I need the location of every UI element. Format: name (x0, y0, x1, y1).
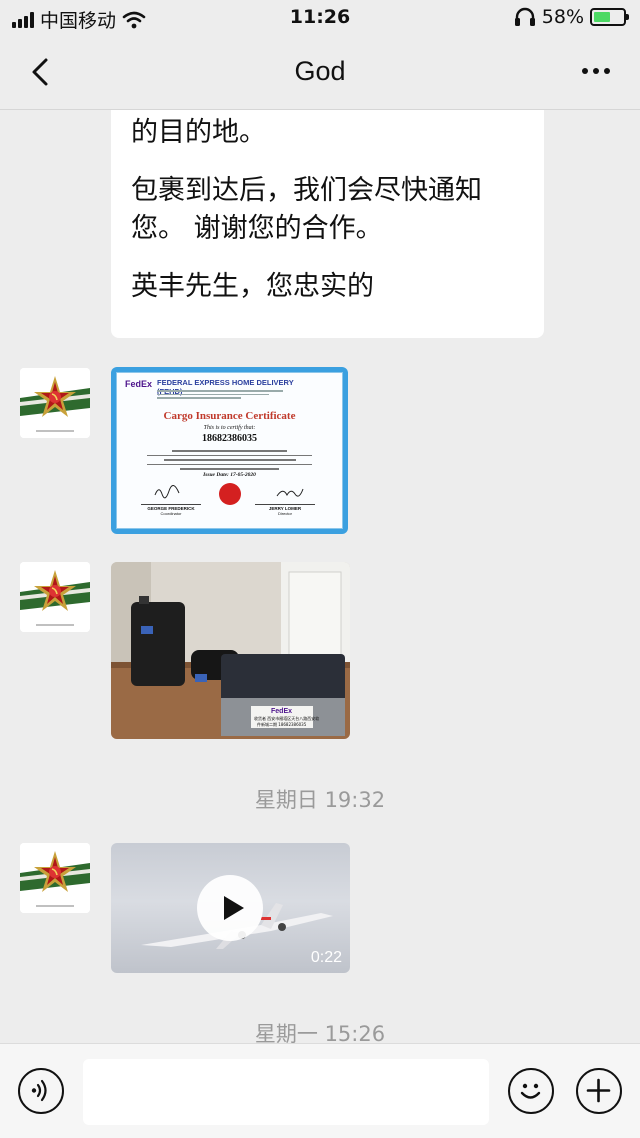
medal-avatar-icon (20, 368, 90, 438)
plus-button[interactable] (576, 1068, 622, 1114)
play-button[interactable] (197, 875, 263, 941)
fedex-logo: FedEx (125, 379, 153, 389)
emoji-icon (520, 1083, 541, 1099)
voice-button[interactable] (18, 1068, 64, 1114)
avatar[interactable] (20, 368, 90, 438)
timestamp: 星期日 19:32 (254, 788, 386, 812)
box-address-line-1: 收货者 西安市雁塔区天台八路西安软 (254, 715, 319, 721)
box-address-line-2: 件新城二期 18682386035 (257, 721, 307, 727)
certificate-address (157, 388, 297, 400)
video-message[interactable]: 0:22 (111, 843, 350, 973)
certificate-heading: Cargo Insurance Certificate (163, 410, 296, 422)
box-fedex-label: FedEx (271, 708, 292, 715)
chat-area[interactable]: 的目的地。 包裹到达后，我们会尽快通知您。 谢谢您的合作。 英丰先生，您忠实的 … (0, 110, 640, 1043)
more-button[interactable] (574, 56, 618, 86)
message-paragraph: 英丰先生，您忠实的 (131, 271, 374, 302)
message-paragraph: 的目的地。 (131, 117, 266, 148)
medal-avatar-icon (20, 843, 90, 913)
status-bar: 中国移动 11:26 58% (0, 0, 640, 36)
battery-fill (594, 12, 611, 22)
avatar[interactable] (20, 562, 90, 632)
certificate-image[interactable]: FedEx FEDERAL EXPRESS HOME DELIVERY (FEH… (111, 367, 348, 534)
issue-date: Issue Date: 17-05-2020 (203, 472, 256, 478)
message-input[interactable] (83, 1059, 489, 1125)
luggage-photo[interactable]: FedEx 收货者 西安市雁塔区天台八路西安软 件新城二期 1868238603… (111, 562, 350, 739)
emoji-button[interactable] (508, 1068, 554, 1114)
signer-right: JERRY LOMER Director (255, 504, 315, 516)
certificate-body: FedEx FEDERAL EXPRESS HOME DELIVERY (FEH… (116, 372, 343, 529)
signature-left (154, 485, 180, 499)
input-bar (0, 1043, 640, 1138)
chat-title: God (294, 56, 346, 86)
status-right: 58% (514, 6, 629, 28)
certificate-number: 18682386035 (202, 433, 257, 444)
avatar[interactable] (20, 843, 90, 913)
text-message-bubble[interactable]: 的目的地。 包裹到达后，我们会尽快通知您。 谢谢您的合作。 英丰先生，您忠实的 (111, 110, 544, 338)
battery-percent: 58% (541, 6, 584, 28)
wax-seal-icon (219, 483, 241, 505)
battery-icon (590, 8, 629, 26)
medal-avatar-icon (20, 562, 90, 632)
message-paragraph: 包裹到达后，我们会尽快通知您。 谢谢您的合作。 (131, 175, 482, 244)
luggage-scene: FedEx 收货者 西安市雁塔区天台八路西安软 件新城二期 1868238603… (111, 562, 350, 739)
signature-right (276, 488, 304, 497)
certify-line: This is to certify that: (203, 425, 256, 431)
headphones-icon (514, 7, 535, 26)
certificate-text-lines (147, 447, 312, 470)
signer-left: GEORGE FREDERICK Coordinator (141, 504, 201, 516)
timestamp: 星期一 15:26 (254, 1022, 386, 1043)
chat-header: God (0, 36, 640, 110)
voice-icon (31, 1079, 47, 1102)
ellipsis-icon (582, 68, 588, 74)
plus-icon (586, 1078, 611, 1103)
video-duration: 0:22 (310, 949, 342, 966)
